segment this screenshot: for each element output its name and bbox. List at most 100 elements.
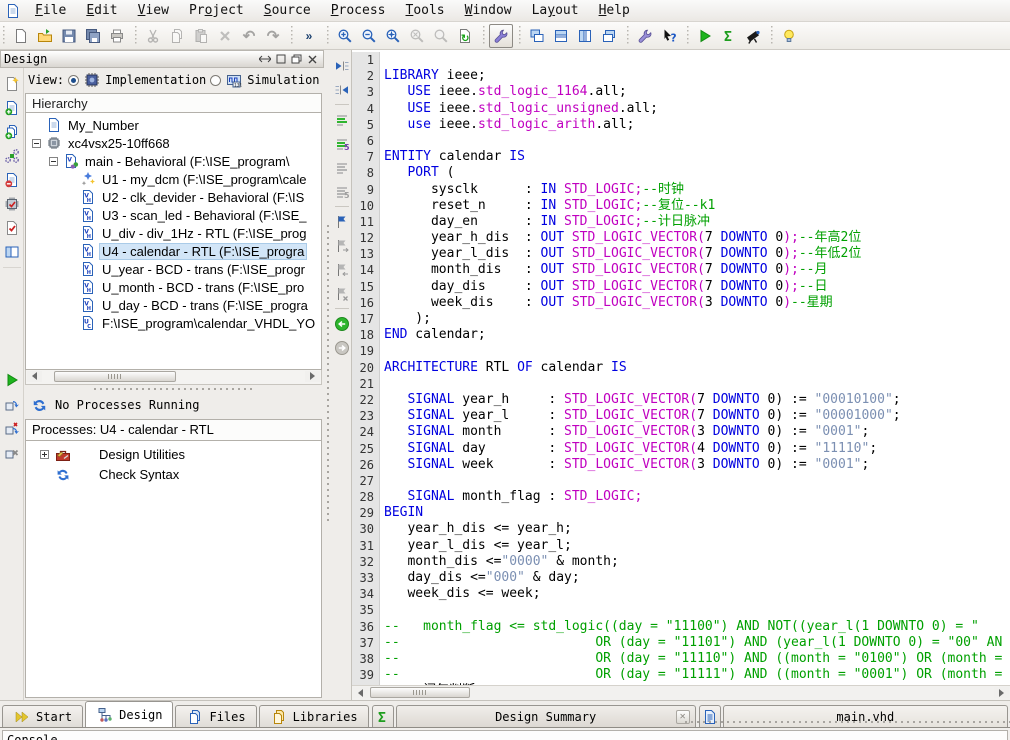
menu-view[interactable]: View — [128, 1, 179, 20]
console-resize-handle[interactable] — [685, 718, 1010, 725]
scroll-right-arrow[interactable] — [305, 371, 320, 382]
code-line[interactable]: ENTITY calendar IS — [384, 149, 1010, 165]
code-line[interactable]: month_dis : OUT STD_LOGIC_VECTOR(7 DOWNT… — [384, 262, 1010, 278]
panel-float-button[interactable] — [257, 52, 272, 66]
code-line[interactable]: week_dis <= week; — [384, 586, 1010, 602]
code-line[interactable]: USE ieee.std_logic_1164.all; — [384, 84, 1010, 100]
comment-lines-gray-button[interactable] — [332, 156, 351, 180]
next-location-button[interactable] — [332, 78, 351, 102]
show-columns-button[interactable] — [1, 240, 23, 264]
hierarchy-item[interactable]: VHU_month - BCD - trans (F:\ISE_pro — [26, 278, 321, 296]
scroll-left-arrow[interactable] — [353, 687, 368, 698]
chip-check-button[interactable] — [1, 192, 23, 216]
save-button[interactable] — [57, 24, 81, 48]
save-all-button[interactable] — [81, 24, 105, 48]
code-editor[interactable]: 1234567891011121314151617181920212223242… — [352, 50, 1010, 700]
prev-location-button[interactable] — [332, 54, 351, 78]
design-summary-tab[interactable]: Design Summary ✕ — [396, 705, 696, 727]
panel-restore-button[interactable] — [289, 52, 304, 66]
hierarchy-item[interactable]: VHU_day - BCD - trans (F:\ISE_progra — [26, 296, 321, 314]
code-line[interactable]: day_dis <="000" & day; — [384, 570, 1010, 586]
process-item[interactable]: Check Syntax — [26, 465, 321, 485]
code-lines[interactable]: LIBRARY ieee; USE ieee.std_logic_1164.al… — [381, 52, 1010, 685]
code-line[interactable]: day_en : IN STD_LOGIC;--计日脉冲 — [384, 214, 1010, 230]
menu-project[interactable]: Project — [179, 1, 254, 20]
code-line[interactable] — [384, 473, 1010, 489]
tile-vertical-button[interactable] — [573, 24, 597, 48]
menu-file[interactable]: File — [25, 1, 76, 20]
hierarchy-item[interactable]: VHU3 - scan_led - Behavioral (F:\ISE_ — [26, 206, 321, 224]
code-line[interactable]: SIGNAL month_flag : STD_LOGIC; — [384, 489, 1010, 505]
toggle-bookmark-button[interactable] — [332, 210, 351, 234]
menu-window[interactable]: Window — [455, 1, 522, 20]
collapse-icon[interactable] — [32, 139, 41, 148]
hierarchy-item[interactable]: VHU2 - clk_devider - Behavioral (F:\IS — [26, 188, 321, 206]
rerun-all-button[interactable] — [1, 416, 23, 440]
code-line[interactable]: PORT ( — [384, 165, 1010, 181]
new-source-button[interactable] — [1, 72, 23, 96]
code-line[interactable]: SIGNAL year_h : STD_LOGIC_VECTOR(7 DOWNT… — [384, 392, 1010, 408]
panel-splitter[interactable] — [25, 385, 322, 393]
scroll-left-arrow[interactable] — [27, 371, 42, 382]
paste-button[interactable] — [189, 24, 213, 48]
refresh-view-button[interactable]: ↻ — [453, 24, 477, 48]
simulation-label[interactable]: Simulation — [247, 73, 319, 87]
next-bookmark-button[interactable] — [332, 234, 351, 258]
code-line[interactable] — [384, 133, 1010, 149]
rerun-process-button[interactable] — [1, 392, 23, 416]
new-file-button[interactable] — [9, 24, 33, 48]
design-summary-button[interactable]: Σ — [717, 24, 741, 48]
hierarchy-item[interactable]: xc4vsx25-10ff668 — [26, 134, 321, 152]
editor-scrollbar[interactable] — [352, 685, 1010, 700]
code-line[interactable]: reset_n : IN STD_LOGIC;--复位--k1 — [384, 198, 1010, 214]
print-button[interactable] — [105, 24, 129, 48]
processes-tree[interactable]: Design UtilitiesCheck Syntax — [25, 441, 322, 699]
lightbulb-button[interactable] — [777, 24, 801, 48]
code-line[interactable]: day_dis : OUT STD_LOGIC_VECTOR(7 DOWNTO … — [384, 279, 1010, 295]
implementation-label[interactable]: Implementation — [105, 73, 206, 87]
code-line[interactable]: year_l_dis <= year_l; — [384, 538, 1010, 554]
toggle-panel-button[interactable] — [489, 24, 513, 48]
menu-help[interactable]: Help — [589, 1, 640, 20]
code-line[interactable]: END calendar; — [384, 327, 1010, 343]
code-line[interactable]: -- OR (day = "11111") AND ((month = "000… — [384, 667, 1010, 683]
tile-horizontal-button[interactable] — [549, 24, 573, 48]
panel-maximize-button[interactable] — [273, 52, 288, 66]
menu-source[interactable]: Source — [254, 1, 321, 20]
code-line[interactable] — [384, 343, 1010, 359]
find-button[interactable] — [429, 24, 453, 48]
code-line[interactable]: USE ieee.std_logic_unsigned.all; — [384, 101, 1010, 117]
menu-layout[interactable]: Layout — [522, 1, 589, 20]
analyze-button[interactable] — [741, 24, 765, 48]
create-blocks-button[interactable] — [1, 144, 23, 168]
delete-button[interactable] — [213, 24, 237, 48]
copy-button[interactable] — [165, 24, 189, 48]
code-line[interactable]: sysclk : IN STD_LOGIC;--时钟 — [384, 182, 1010, 198]
zoom-selection-button[interactable] — [405, 24, 429, 48]
menu-process[interactable]: Process — [321, 1, 396, 20]
prev-bookmark-button[interactable] — [332, 258, 351, 282]
design-summary-tab-icon[interactable]: Σ — [372, 705, 394, 727]
code-line[interactable]: LIBRARY ieee; — [384, 68, 1010, 84]
code-line[interactable]: year_l_dis : OUT STD_LOGIC_VECTOR(7 DOWN… — [384, 246, 1010, 262]
code-line[interactable]: year_h_dis <= year_h; — [384, 521, 1010, 537]
collapse-icon[interactable] — [49, 157, 58, 166]
restore-window-button[interactable] — [597, 24, 621, 48]
menu-edit[interactable]: Edit — [76, 1, 127, 20]
vertical-splitter[interactable] — [324, 50, 332, 700]
cut-button[interactable] — [141, 24, 165, 48]
panel-close-button[interactable] — [305, 52, 320, 66]
code-line[interactable]: SIGNAL day : STD_LOGIC_VECTOR(4 DOWNTO 0… — [384, 441, 1010, 457]
scroll-right-arrow[interactable] — [994, 687, 1009, 698]
hierarchy-item[interactable]: VHU4 - calendar - RTL (F:\ISE_progra — [26, 242, 321, 260]
hierarchy-item[interactable]: VHU_div - div_1Hz - RTL (F:\ISE_prog — [26, 224, 321, 242]
settings-wrench-button[interactable] — [633, 24, 657, 48]
clear-bookmarks-button[interactable] — [332, 282, 351, 306]
hierarchy-item[interactable]: My_Number — [26, 116, 321, 134]
process-item[interactable]: Design Utilities — [26, 445, 321, 465]
code-line[interactable]: year_h_dis : OUT STD_LOGIC_VECTOR(7 DOWN… — [384, 230, 1010, 246]
hierarchy-item[interactable]: VHU_year - BCD - trans (F:\ISE_progr — [26, 260, 321, 278]
code-line[interactable]: BEGIN — [384, 505, 1010, 521]
help-pointer-button[interactable]: ? — [657, 24, 681, 48]
code-line[interactable]: SIGNAL month : STD_LOGIC_VECTOR(3 DOWNTO… — [384, 424, 1010, 440]
